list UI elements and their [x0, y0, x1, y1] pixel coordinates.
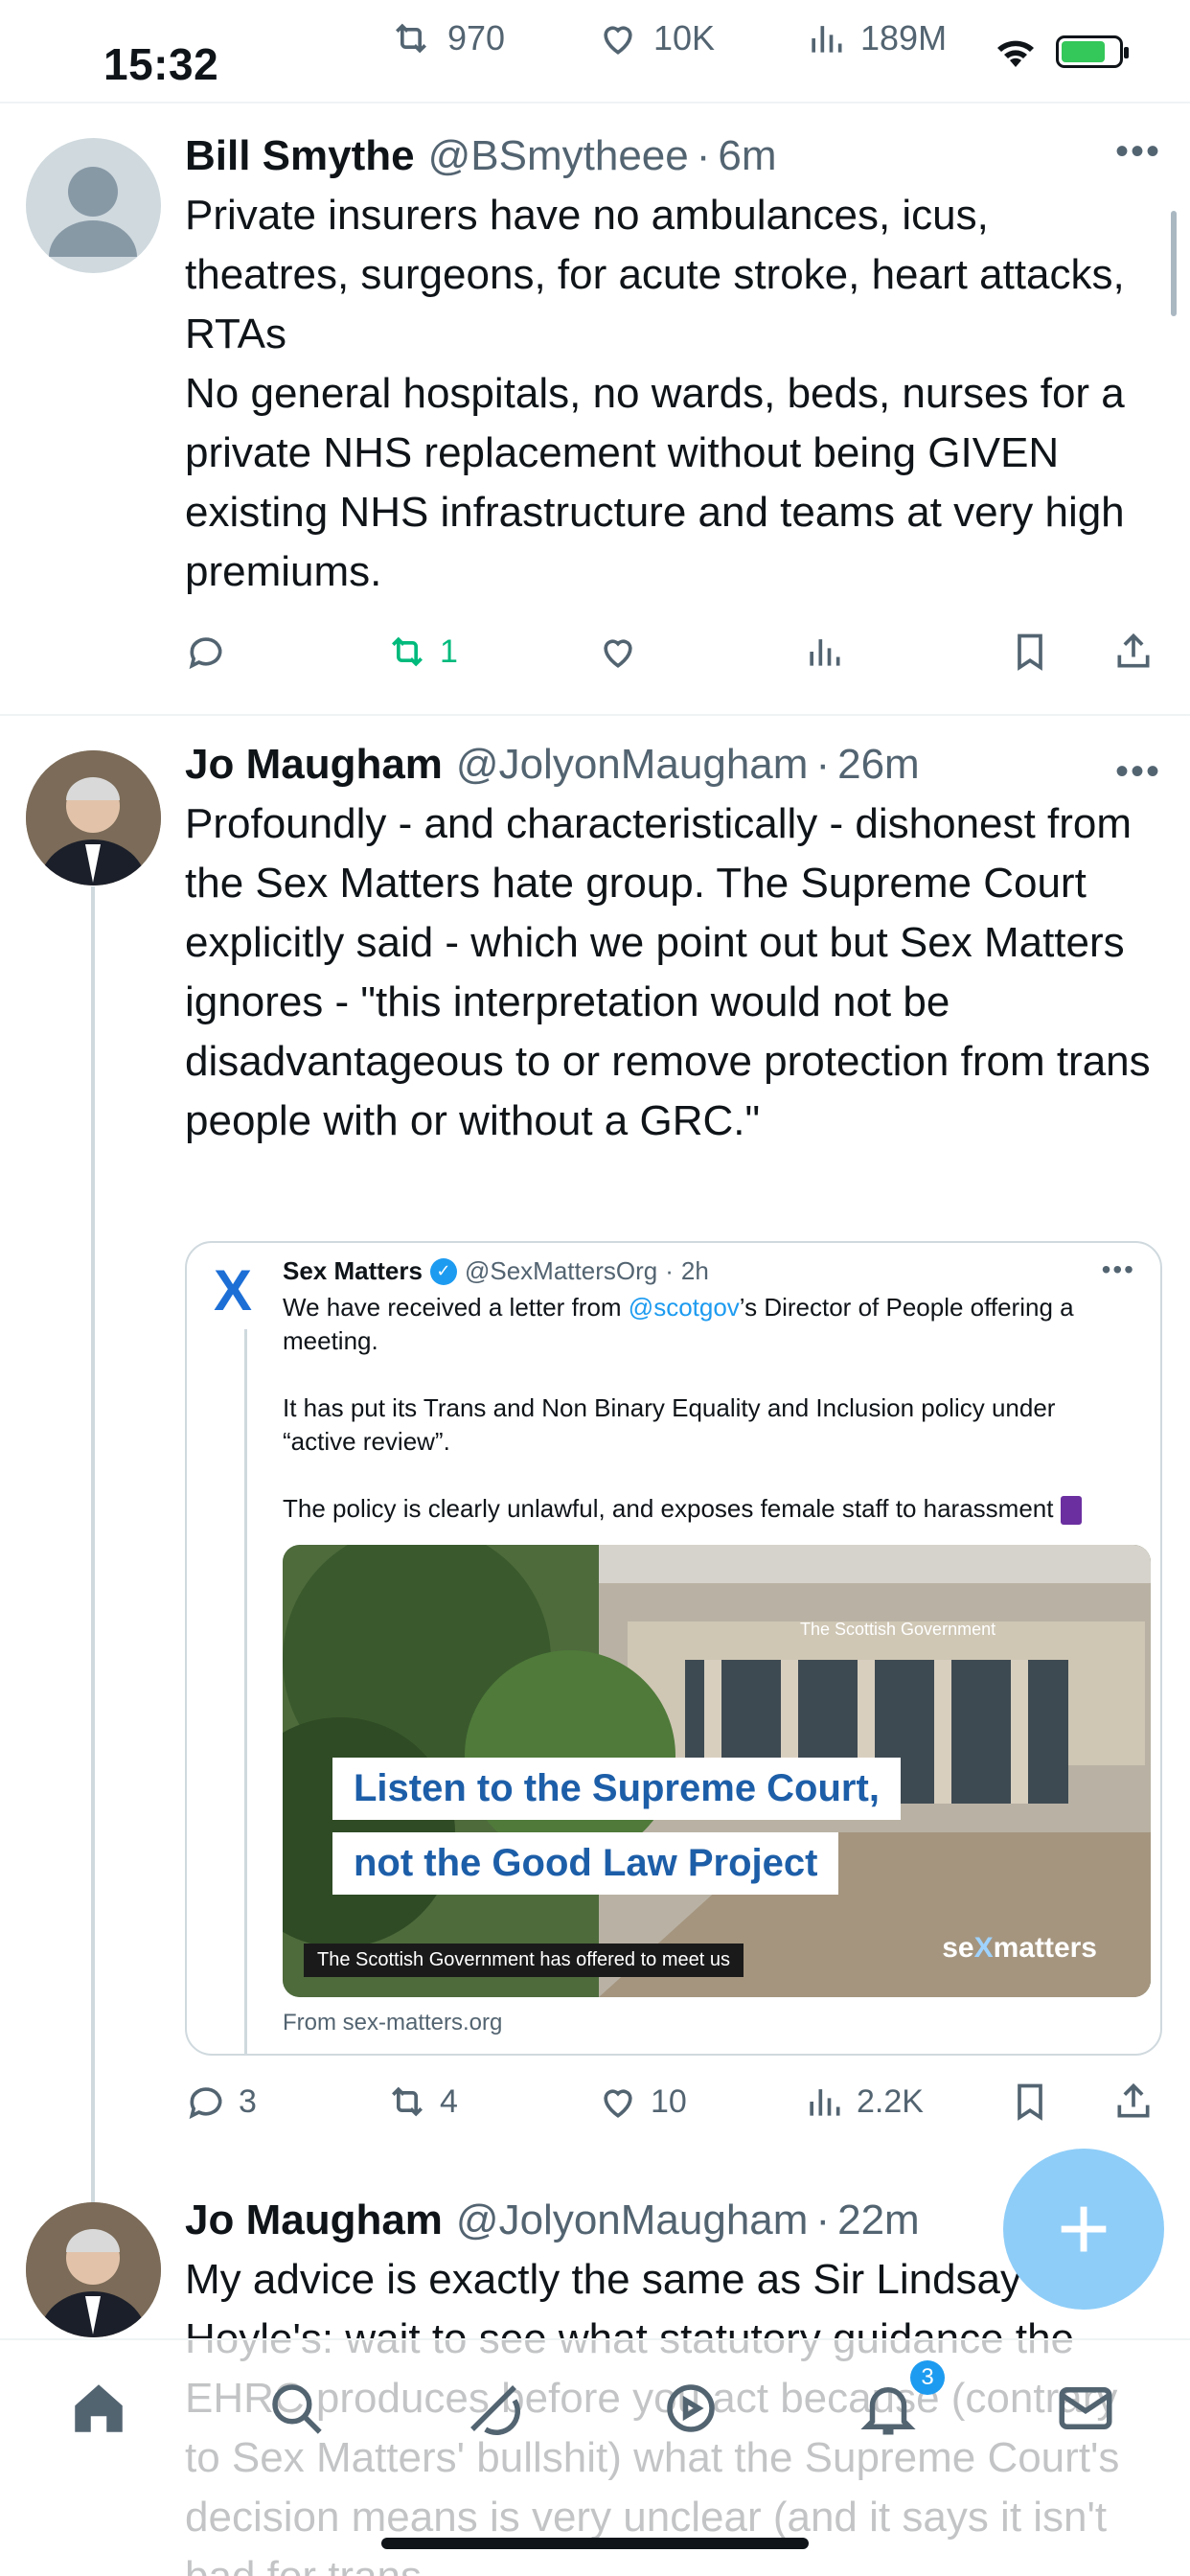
views-icon [810, 2089, 840, 2116]
avatar[interactable] [26, 2202, 161, 2337]
thread-line [91, 886, 95, 2204]
building-sign-text: The Scottish Government [800, 1620, 996, 1639]
like-button[interactable]: 10 [597, 2081, 687, 2123]
flag-emoji-icon [1060, 1496, 1082, 1526]
messages-icon[interactable] [1054, 2377, 1117, 2440]
views-icon [812, 26, 842, 53]
link-source[interactable]: From sex-matters.org [283, 2010, 502, 2036]
notifications-badge: 3 [910, 2360, 945, 2395]
author-name[interactable]: Bill Smythe [185, 132, 415, 180]
notifications-icon[interactable] [857, 2377, 920, 2440]
views-icon [810, 639, 840, 666]
author-handle[interactable]: @JolyonMaugham [456, 741, 809, 789]
avatar[interactable] [26, 750, 161, 886]
home-icon[interactable] [67, 2377, 130, 2440]
search-icon[interactable] [264, 2377, 328, 2440]
quote-thread-line [244, 1329, 247, 2054]
heart-icon [604, 2089, 632, 2118]
quoted-tweet-image[interactable]: The Scottish Government Listen to the Su… [283, 1545, 1151, 1997]
image-caption: The Scottish Government has offered to m… [304, 1944, 744, 1977]
author-name[interactable]: Jo Maugham [185, 2196, 443, 2244]
grok-icon[interactable] [462, 2377, 525, 2440]
divider [0, 714, 1190, 716]
home-indicator[interactable] [381, 2538, 809, 2549]
author-handle[interactable]: @BSmytheee [428, 132, 689, 180]
image-headline-2: not the Good Law Project [332, 1832, 839, 1895]
bookmark-icon [1018, 2083, 1042, 2121]
tweet-text: Profoundly - and characteristically - di… [185, 800, 1162, 1144]
share-icon [1117, 2082, 1150, 2118]
retweet-button[interactable]: 4 [386, 2081, 458, 2123]
quoted-more-icon[interactable]: ••• [1102, 1254, 1135, 1285]
tweet-actions: 1 [185, 623, 1163, 680]
tweet-time: 22m [837, 2196, 920, 2243]
retweet-icon [392, 636, 423, 667]
reply-icon [189, 637, 222, 670]
author-handle[interactable]: @JolyonMaugham [456, 2196, 809, 2244]
quoted-author-handle[interactable]: @SexMattersOrg [465, 1256, 657, 1286]
top-retweet-count[interactable]: 970 [388, 17, 505, 59]
quoted-tweet-time: 2h [680, 1256, 709, 1285]
compose-button[interactable]: + [1003, 2149, 1164, 2310]
like-button[interactable] [597, 631, 651, 673]
image-headline-1: Listen to the Supreme Court, [332, 1758, 901, 1820]
verified-badge-icon: ✓ [429, 1257, 457, 1285]
retweet-icon [392, 2086, 423, 2117]
retweet-button[interactable]: 1 [386, 631, 458, 673]
top-like-count[interactable]: 10K [596, 17, 715, 59]
tweet-time: 6m [718, 132, 777, 179]
wifi-icon [997, 40, 1034, 67]
top-view-count[interactable]: 189M [805, 17, 947, 59]
views-button[interactable]: 2.2K [803, 2081, 924, 2123]
share-button[interactable] [1112, 2081, 1155, 2123]
bookmark-icon [1018, 633, 1042, 671]
heart-icon [604, 639, 632, 668]
views-button[interactable] [803, 631, 857, 673]
status-time: 15:32 [103, 39, 219, 89]
sex-matters-logo: X [214, 1258, 253, 1322]
quoted-tweet-header: Sex Matters ✓ @SexMattersOrg · 2h [283, 1256, 709, 1286]
communities-icon[interactable] [659, 2377, 722, 2440]
retweet-icon [396, 23, 426, 54]
bookmark-button[interactable] [1009, 2081, 1051, 2123]
plus-icon: + [1056, 2177, 1111, 2280]
system-icons [993, 34, 1129, 69]
tweet-header: Bill Smythe @BSmytheee · 6m [185, 132, 777, 180]
quoted-author-name[interactable]: Sex Matters [283, 1256, 423, 1286]
reply-button[interactable]: 3 [185, 2081, 257, 2123]
share-icon [1117, 632, 1150, 668]
tweet-text: Private insurers have no ambulances, icu… [185, 192, 1125, 595]
scrollbar[interactable] [1171, 211, 1177, 316]
battery-icon [1056, 35, 1129, 68]
tweet-time: 26m [837, 741, 920, 788]
avatar[interactable] [26, 138, 161, 273]
mention-link[interactable]: @scotgov [629, 1293, 740, 1322]
quoted-tweet-text: We have received a letter from @scotgov’… [283, 1291, 1132, 1526]
bookmark-button[interactable] [1009, 631, 1051, 673]
heart-icon [604, 26, 632, 55]
tweet-header: Jo Maugham @JolyonMaugham · 26m [185, 741, 920, 789]
share-button[interactable] [1112, 631, 1155, 673]
tweet-actions: 3 4 10 2.2K [185, 2073, 1163, 2130]
reply-button[interactable] [185, 631, 239, 673]
top-bar: 15:32 970 10K 189M [0, 0, 1190, 104]
reply-icon [189, 2087, 222, 2120]
author-name[interactable]: Jo Maugham [185, 741, 443, 789]
sex-matters-wordmark: seXmatters [942, 1932, 1097, 1964]
quoted-tweet-card[interactable]: X Sex Matters ✓ @SexMattersOrg · 2h ••• … [185, 1241, 1162, 2056]
